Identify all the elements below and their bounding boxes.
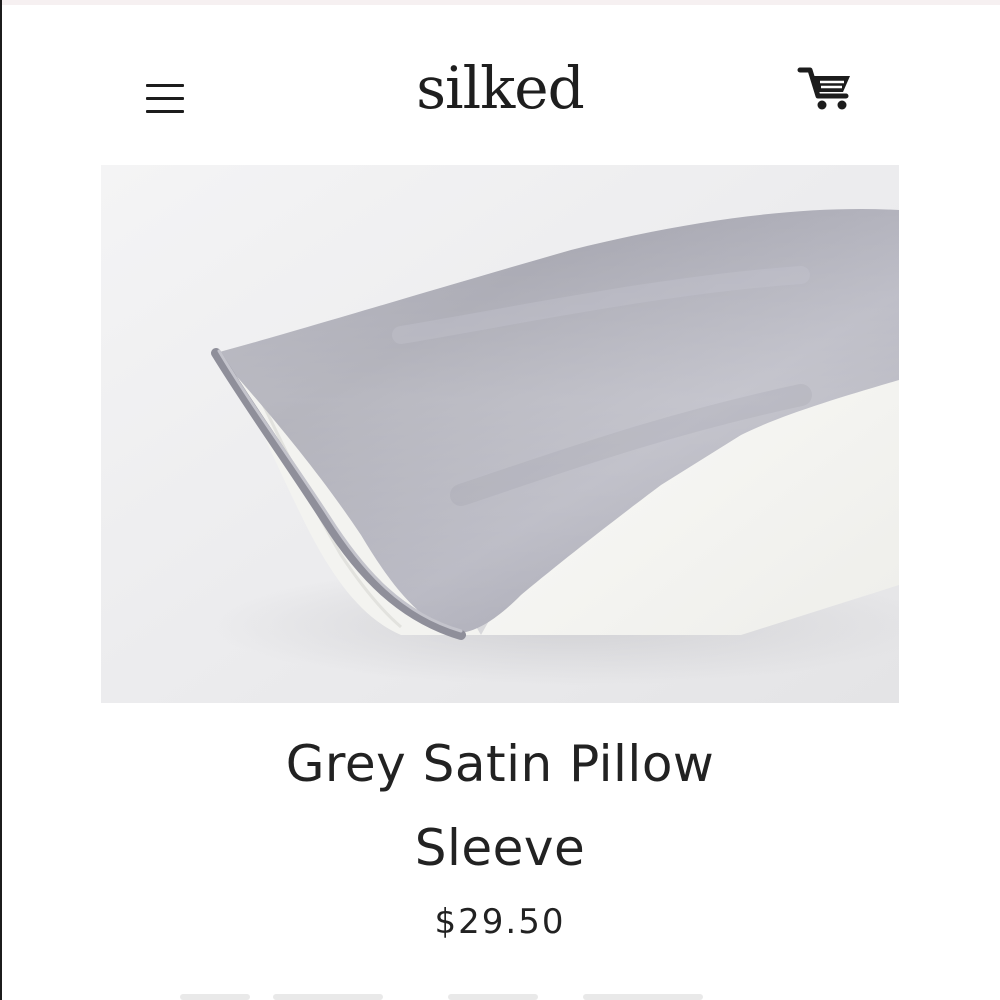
brand-logo[interactable]: silked [300,48,700,128]
shopping-cart-icon [797,67,850,110]
pillow-illustration [101,165,899,703]
top-strip [0,0,1000,5]
product-page: silked Grey Satin Pillow Sleeve $29.50 [0,0,1000,1000]
product-price: $29.50 [434,902,566,942]
left-border [0,0,2,1000]
product-title-line-1: Grey Satin Pillow [285,735,715,793]
product-title[interactable]: Grey Satin Pillow Sleeve [150,722,850,890]
product-title-line-2: Sleeve [414,819,586,877]
menu-button[interactable] [144,80,186,116]
product-image[interactable] [101,165,899,703]
cart-button[interactable] [796,62,856,114]
cut-off-content [150,978,850,1000]
